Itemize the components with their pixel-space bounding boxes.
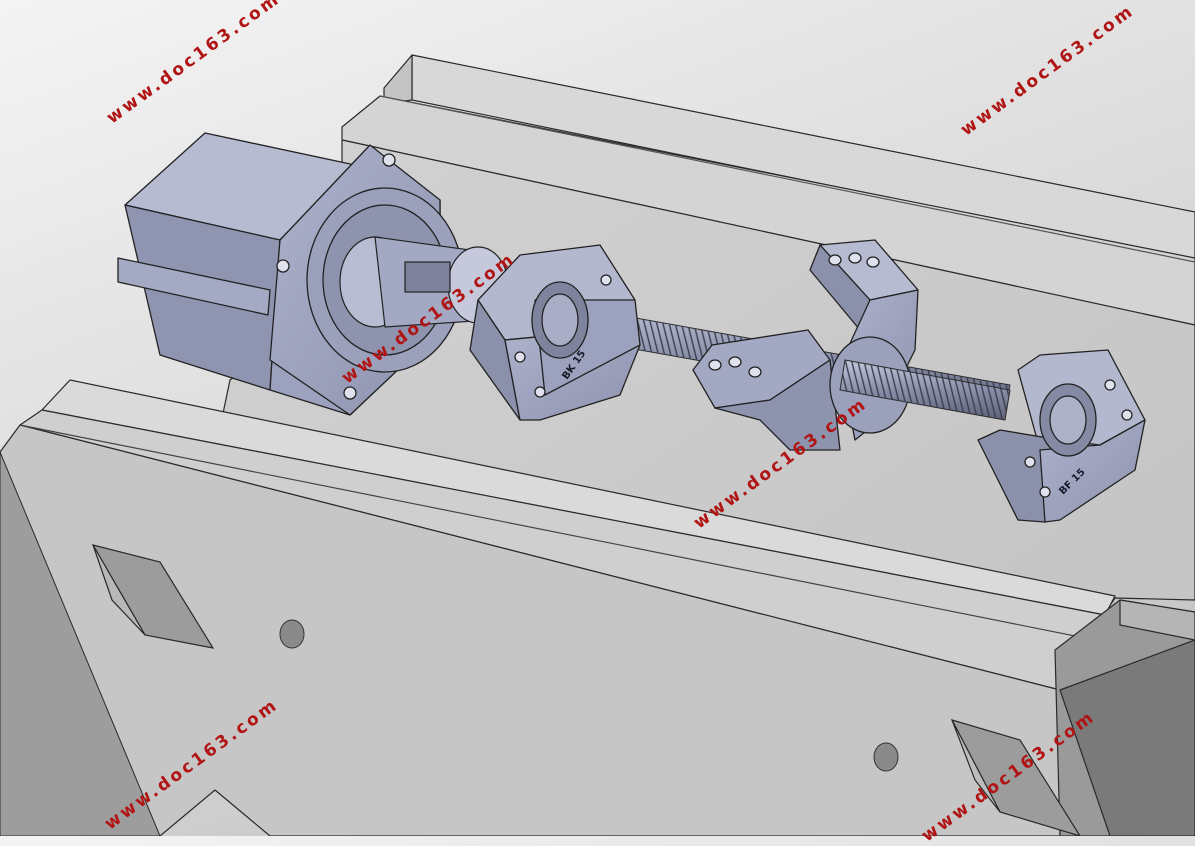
mounting-hole xyxy=(279,619,305,649)
cad-viewport[interactable]: BK 15 BF 15 xyxy=(0,0,1195,836)
mounting-hole xyxy=(873,742,899,772)
assembly-scene: BK 15 BF 15 xyxy=(0,54,1195,836)
